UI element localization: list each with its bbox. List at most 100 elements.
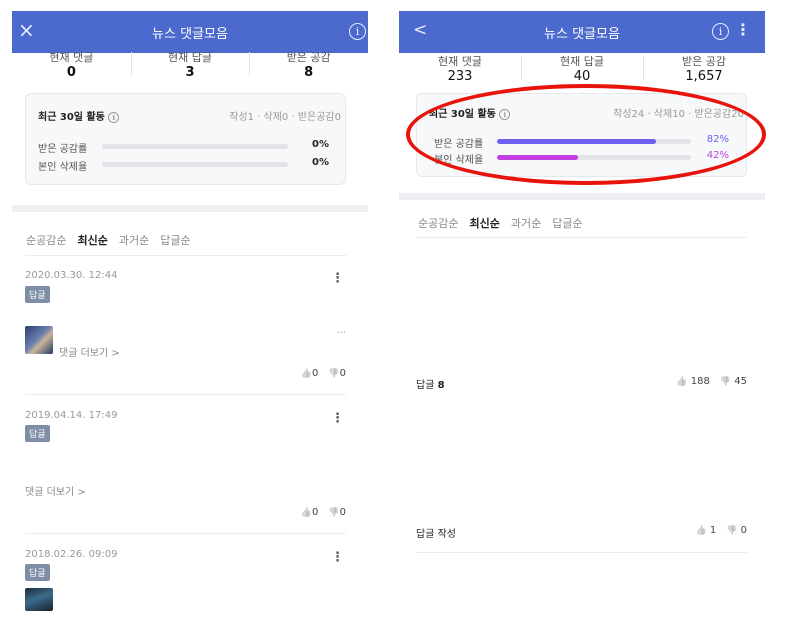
news-thumbnail[interactable] bbox=[25, 326, 53, 354]
like-rate-bar bbox=[102, 144, 288, 149]
more-menu-icon[interactable]: ⋮ bbox=[331, 550, 344, 565]
activity-title: 최근 30일 활동 i bbox=[38, 108, 120, 123]
more-menu-icon[interactable]: ⋮ bbox=[331, 411, 344, 426]
like-button[interactable]: 👍 188 bbox=[676, 376, 710, 387]
stat-value: 8 bbox=[304, 65, 314, 80]
stat-comments: 현재 댓글 0 bbox=[12, 49, 131, 80]
header-bar: × 뉴스 댓글모음 i bbox=[12, 11, 368, 53]
tab-latest[interactable]: 최신순 bbox=[77, 232, 107, 248]
delete-rate-label: 본인 삭제율 bbox=[38, 162, 88, 173]
info-icon: i bbox=[349, 23, 366, 40]
page-title: 뉴스 댓글모음 bbox=[544, 27, 620, 42]
dislike-button[interactable]: 👎 0 bbox=[726, 525, 747, 536]
info-icon[interactable]: i bbox=[108, 112, 120, 123]
like-icon: 👍 bbox=[695, 526, 707, 536]
info-button[interactable]: i bbox=[712, 20, 729, 40]
like-count: 1 bbox=[709, 525, 717, 536]
tab-oldest[interactable]: 과거순 bbox=[119, 232, 149, 248]
sort-tabs: 순공감순 최신순 과거순 답글순 bbox=[26, 232, 191, 248]
stat-value: 3 bbox=[185, 65, 195, 80]
header-bar: < 뉴스 댓글모음 i ⋮ bbox=[399, 11, 765, 53]
tab-replies[interactable]: 답글순 bbox=[160, 232, 190, 248]
left-phone-screen: × 뉴스 댓글모음 i 현재 댓글 0 현재 답글 3 받은 공감 8 최근 3… bbox=[12, 11, 368, 611]
like-icon: 👍 bbox=[676, 377, 688, 387]
dislike-count: 0 bbox=[740, 525, 747, 536]
info-button[interactable]: i bbox=[349, 20, 366, 40]
like-button[interactable]: 👍 1 bbox=[695, 525, 716, 536]
vote-buttons: 👍 188 👎 45 bbox=[676, 376, 747, 387]
more-menu-icon[interactable]: ⋮ bbox=[735, 20, 751, 39]
more-comments-link[interactable]: 댓글 더보기 > bbox=[25, 483, 86, 498]
stat-comments: 현재 댓글 233 bbox=[399, 53, 521, 84]
like-button[interactable]: 👍0 bbox=[301, 507, 319, 518]
stat-value: 0 bbox=[66, 65, 76, 80]
divider bbox=[25, 533, 346, 534]
dislike-button[interactable]: 👎0 bbox=[328, 507, 346, 518]
like-button[interactable]: 👍0 bbox=[301, 368, 319, 379]
activity-title-text: 최근 30일 활동 bbox=[38, 112, 105, 123]
like-count: 0 bbox=[312, 368, 319, 379]
dislike-count: 0 bbox=[339, 507, 346, 518]
like-rate-value: 0% bbox=[312, 139, 329, 150]
dislike-icon: 👎 bbox=[726, 526, 738, 536]
comment-date: 2020.03.30. 12:44 bbox=[25, 270, 118, 281]
divider bbox=[416, 237, 747, 238]
vote-buttons: 👍0 👎0 bbox=[301, 368, 346, 379]
divider bbox=[416, 552, 747, 553]
sort-tabs: 순공감순 최신순 과거순 답글순 bbox=[418, 215, 583, 231]
dislike-icon: 👎 bbox=[328, 369, 340, 379]
tab-best[interactable]: 순공감순 bbox=[26, 232, 66, 248]
page-title: 뉴스 댓글모음 bbox=[152, 27, 228, 42]
divider bbox=[25, 394, 346, 395]
comment-date: 2018.02.26. 09:09 bbox=[25, 549, 118, 560]
delete-rate-bar bbox=[102, 162, 288, 167]
dislike-button[interactable]: 👎0 bbox=[328, 368, 346, 379]
ellipsis-text: ... bbox=[336, 325, 346, 336]
stat-likes: 받은 공감 8 bbox=[249, 49, 368, 80]
like-icon: 👍 bbox=[300, 369, 313, 379]
stat-label: 현재 답글 bbox=[560, 55, 604, 68]
tab-latest[interactable]: 최신순 bbox=[469, 215, 499, 231]
activity-card: 최근 30일 활동 i 작성1 · 삭제0 · 받은공감0 받은 공감률 0% … bbox=[25, 93, 346, 185]
section-divider bbox=[12, 205, 368, 212]
reply-count: 8 bbox=[437, 380, 445, 391]
stat-value: 233 bbox=[447, 69, 473, 84]
dislike-count: 45 bbox=[734, 376, 747, 387]
delete-rate-value: 0% bbox=[312, 157, 329, 168]
reply-badge: 답글 bbox=[25, 564, 50, 581]
stat-replies: 현재 답글 3 bbox=[130, 49, 250, 80]
divider bbox=[25, 255, 346, 256]
write-reply-button[interactable]: 답글 작성 bbox=[416, 525, 456, 540]
tab-oldest[interactable]: 과거순 bbox=[511, 215, 541, 231]
stat-label: 받은 공감 bbox=[682, 55, 726, 68]
stat-value: 1,657 bbox=[685, 69, 723, 84]
stat-label: 현재 댓글 bbox=[438, 55, 482, 68]
vote-buttons: 👍0 👎0 bbox=[301, 507, 346, 518]
news-thumbnail[interactable] bbox=[25, 588, 53, 611]
like-icon: 👍 bbox=[300, 508, 313, 518]
stat-replies: 현재 답글 40 bbox=[521, 53, 643, 84]
stat-label: 현재 댓글 bbox=[49, 51, 94, 64]
dislike-button[interactable]: 👎 45 bbox=[720, 376, 747, 387]
tab-best[interactable]: 순공감순 bbox=[418, 215, 458, 231]
section-divider bbox=[399, 193, 765, 200]
dislike-icon: 👎 bbox=[719, 377, 732, 387]
tab-replies[interactable]: 답글순 bbox=[552, 215, 582, 231]
reply-label: 답글 bbox=[416, 380, 435, 391]
vote-buttons: 👍 1 👎 0 bbox=[695, 525, 747, 536]
red-highlight-ellipse bbox=[406, 84, 766, 185]
like-count: 188 bbox=[690, 376, 710, 387]
stat-label: 받은 공감 bbox=[286, 51, 331, 64]
more-menu-icon[interactable]: ⋮ bbox=[331, 271, 344, 286]
stats-row: 현재 댓글 0 현재 답글 3 받은 공감 8 bbox=[12, 49, 368, 80]
info-icon: i bbox=[712, 23, 729, 40]
like-rate-label: 받은 공감률 bbox=[38, 144, 88, 155]
stat-value: 40 bbox=[573, 69, 591, 84]
reply-count-button[interactable]: 답글 8 bbox=[416, 376, 445, 391]
stat-likes: 받은 공감 1,657 bbox=[643, 53, 765, 84]
stat-label: 현재 답글 bbox=[168, 51, 212, 64]
reply-badge: 답글 bbox=[25, 286, 50, 303]
stats-row: 현재 댓글 233 현재 답글 40 받은 공감 1,657 bbox=[399, 53, 765, 84]
like-count: 0 bbox=[312, 507, 319, 518]
more-comments-link[interactable]: 댓글 더보기 > bbox=[59, 344, 120, 359]
